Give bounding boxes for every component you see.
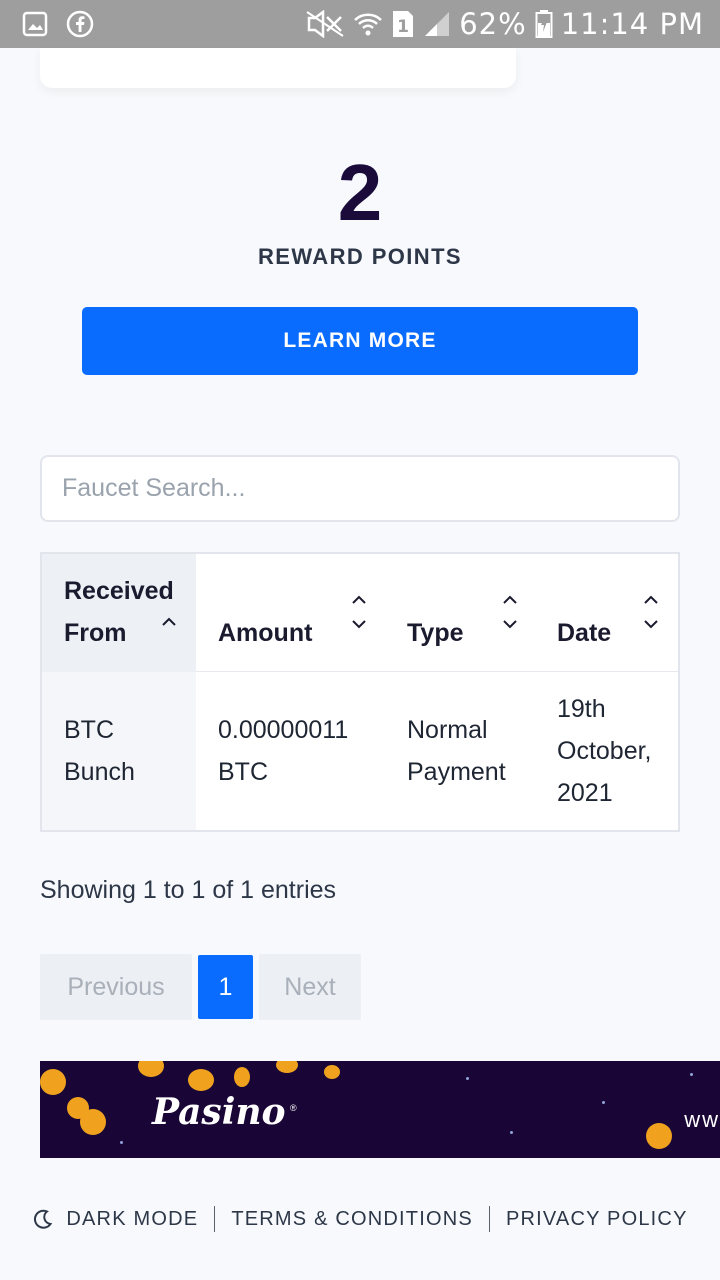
card-bottom-edge [40,48,516,88]
previous-button[interactable]: Previous [40,954,192,1020]
footer: DARK MODE TERMS & CONDITIONS PRIVACY POL… [0,1158,720,1280]
page-1-button[interactable]: 1 [198,955,253,1019]
column-header-date[interactable]: Date [535,554,678,672]
coin-graphic [188,1069,214,1091]
sim-icon: 1 [391,9,415,39]
svg-text:1: 1 [397,17,409,37]
sort-icon [501,592,519,632]
sort-icon [642,592,660,632]
entries-info: Showing 1 to 1 of 1 entries [40,876,337,904]
status-bar: 1 62% 11:14 PM [0,0,720,48]
cell-date: 19th October, 2021 [557,695,652,807]
wifi-icon [353,10,383,38]
pasino-logo: Pasino [152,1091,286,1133]
moon-icon [32,1208,54,1230]
clock: 11:14 PM [560,7,704,41]
column-header-amount[interactable]: Amount [196,554,385,672]
sort-icon [350,592,368,632]
pagination: Previous 1 Next [40,954,361,1020]
reward-points-label: REWARD POINTS [258,244,462,269]
cell-type: Normal Payment [407,716,506,786]
dark-mode-label: DARK MODE [66,1207,199,1230]
payments-table: Received From Amount Type Date BTC Bunch [40,552,680,832]
sort-asc-icon [160,600,178,640]
coin-graphic [276,1061,298,1073]
divider [488,1206,490,1232]
learn-more-button[interactable]: LEARN MORE [82,307,638,375]
battery-charging-icon [535,9,553,39]
cell-amount: 0.00000011 BTC [218,716,349,786]
divider [214,1206,216,1232]
pasino-banner-ad[interactable]: Pasino ® ww [40,1061,720,1158]
column-header-type[interactable]: Type [385,554,535,672]
cell-received-from: BTC Bunch [42,672,196,830]
coin-graphic [234,1067,250,1087]
next-button[interactable]: Next [259,954,361,1020]
banner-url-text: ww [684,1107,720,1132]
faucet-search-input[interactable] [40,455,680,522]
terms-link[interactable]: TERMS & CONDITIONS [231,1208,473,1231]
registered-mark: ® [290,1103,297,1113]
privacy-link[interactable]: PRIVACY POLICY [506,1208,688,1231]
coin-graphic [138,1061,164,1077]
gallery-icon [22,11,48,37]
dark-mode-toggle[interactable]: DARK MODE [32,1208,198,1231]
coin-graphic [80,1109,106,1135]
reward-points-value: 2 [337,148,383,237]
coin-graphic [324,1065,340,1079]
table-row: BTC Bunch 0.00000011 BTC Normal Payment … [42,672,678,830]
mute-icon [305,10,345,38]
battery-percent: 62% [459,7,527,41]
coin-graphic [646,1123,672,1149]
signal-icon [423,10,451,38]
facebook-icon [66,10,94,38]
coin-graphic [40,1069,66,1095]
table-header: Received From Amount Type Date [42,554,678,672]
column-header-received-from[interactable]: Received From [42,554,196,672]
